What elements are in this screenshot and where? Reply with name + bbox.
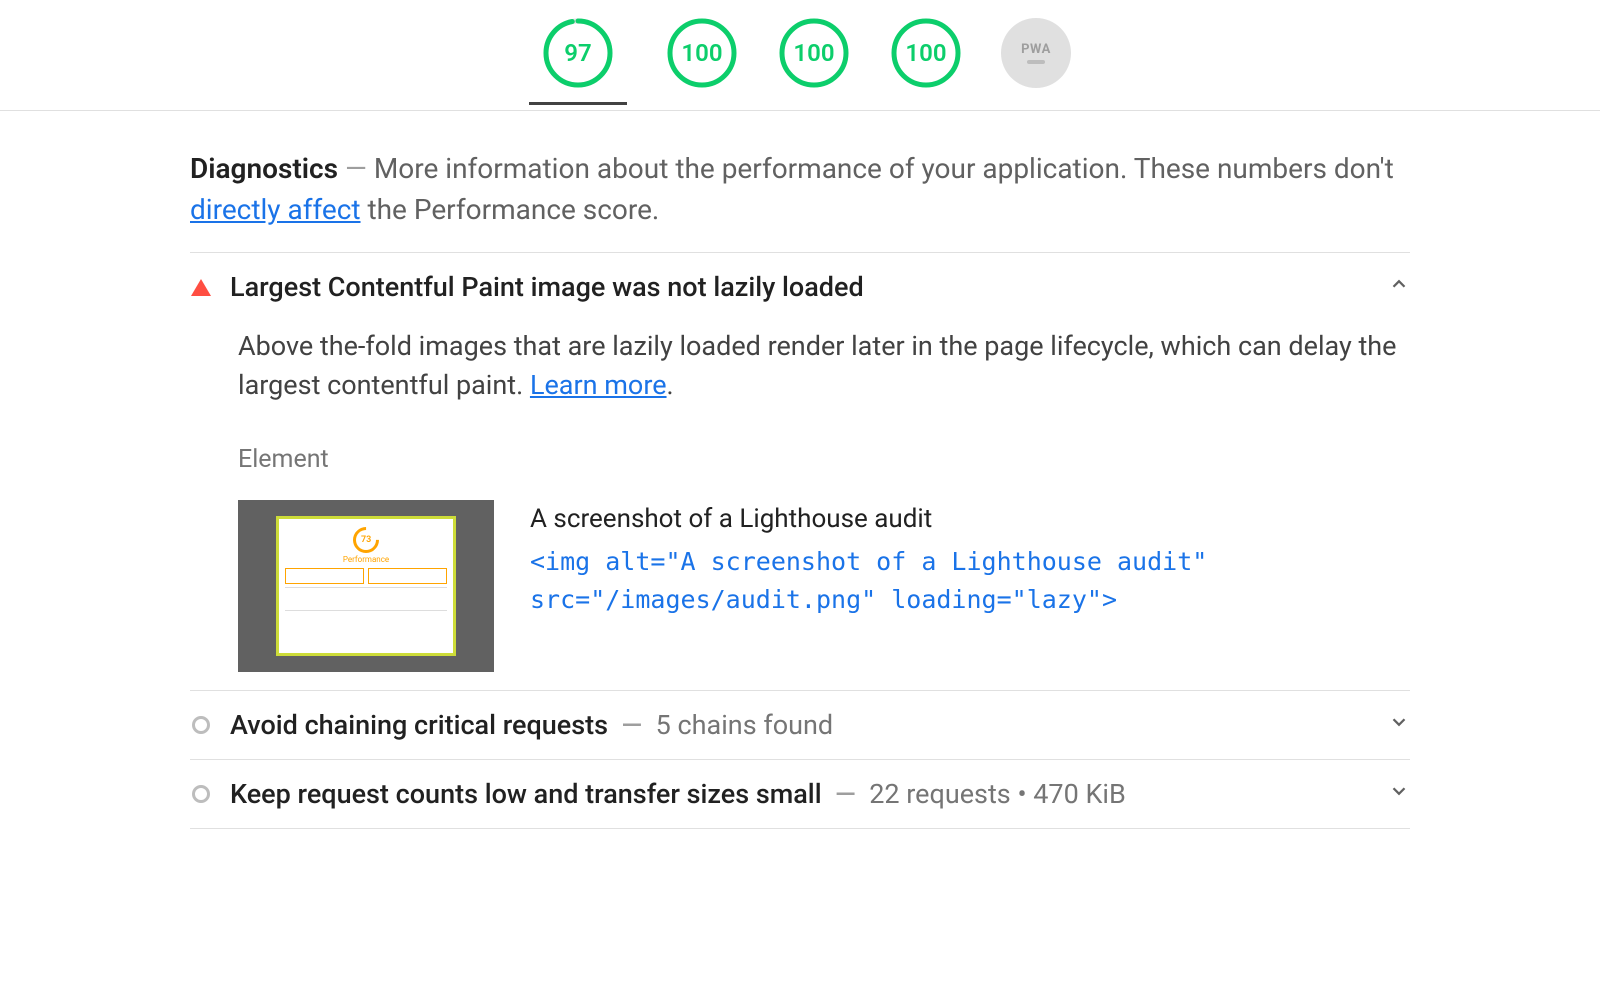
audit-title: Largest Contentful Paint image was not l… <box>230 271 1370 303</box>
score-gauge-best-practices[interactable]: 100 <box>777 16 851 90</box>
pwa-bar-icon <box>1027 60 1045 64</box>
audit-meta: 5 chains found <box>656 709 833 741</box>
element-caption: A screenshot of a Lighthouse audit <box>530 500 1410 539</box>
chevron-up-icon <box>1388 273 1410 301</box>
audit-header[interactable]: Keep request counts low and transfer siz… <box>190 778 1410 810</box>
element-thumbnail: 73 Performance <box>238 500 494 672</box>
diagnostics-desc: More information about the performance o… <box>374 152 1394 185</box>
audit-title: Keep request counts low and transfer siz… <box>230 778 1370 810</box>
score-gauge-performance[interactable]: 97 <box>529 16 627 105</box>
audit-item: Avoid chaining critical requests — 5 cha… <box>190 690 1410 759</box>
pwa-badge[interactable]: PWA <box>1001 18 1071 88</box>
neutral-circle-icon <box>190 716 212 734</box>
audit-header[interactable]: Avoid chaining critical requests — 5 cha… <box>190 709 1410 741</box>
score-value: 100 <box>681 39 722 67</box>
audit-title: Avoid chaining critical requests — 5 cha… <box>230 709 1370 741</box>
score-topbar: 97 100 100 100 PWA <box>0 0 1600 111</box>
score-gauge-seo[interactable]: 100 <box>889 16 963 90</box>
learn-more-link[interactable]: Learn more <box>530 369 667 401</box>
diagnostics-header: Diagnostics — More information about the… <box>190 149 1410 230</box>
diagnostics-title: Diagnostics <box>190 152 338 185</box>
chevron-down-icon <box>1388 780 1410 808</box>
audit-body: Above the-fold images that are lazily lo… <box>190 303 1410 672</box>
audit-item: Keep request counts low and transfer siz… <box>190 759 1410 829</box>
neutral-circle-icon <box>190 785 212 803</box>
diagnostics-link[interactable]: directly affect <box>190 193 361 226</box>
audit-header[interactable]: Largest Contentful Paint image was not l… <box>190 271 1410 303</box>
audit-item: Largest Contentful Paint image was not l… <box>190 252 1410 690</box>
element-details: A screenshot of a Lighthouse audit <img … <box>530 500 1410 618</box>
score-gauge-accessibility[interactable]: 100 <box>665 16 739 90</box>
audit-description: Above the-fold images that are lazily lo… <box>238 327 1410 405</box>
element-code: <img alt="A screenshot of a Lighthouse a… <box>530 543 1410 618</box>
element-row: 73 Performance A screenshot of a Lightho… <box>238 500 1410 672</box>
pwa-label: PWA <box>1021 42 1051 57</box>
audit-meta: 22 requests • 470 KiB <box>869 778 1126 810</box>
score-value: 100 <box>905 39 946 67</box>
score-value: 97 <box>564 39 591 67</box>
chevron-down-icon <box>1388 711 1410 739</box>
score-value: 100 <box>793 39 834 67</box>
fail-triangle-icon <box>190 279 212 296</box>
element-label: Element <box>238 445 1410 474</box>
